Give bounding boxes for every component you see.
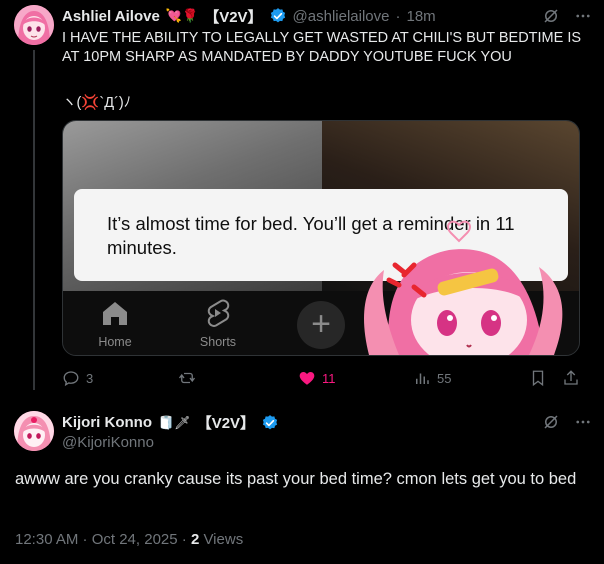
reply-action[interactable]: 3 xyxy=(62,369,93,387)
tweet-kaomoji: ヽ(💢`Д´)ﾉ xyxy=(62,95,131,111)
author-handle[interactable]: @KijoriKonno xyxy=(62,434,154,451)
reply-icon xyxy=(63,371,79,387)
share-action[interactable] xyxy=(562,369,580,387)
nav-shorts-label: Shorts xyxy=(199,335,237,349)
shorts-icon xyxy=(207,299,230,327)
like-count: 11 xyxy=(322,370,336,386)
bookmark-icon xyxy=(532,370,544,387)
tweet-original[interactable]: Ashliel Ailove 💘🌹 【V2V】 @ashlielailove ·… xyxy=(0,0,604,398)
tweet-meta: 12:30 AM · Oct 24, 2025 · 2 Views xyxy=(15,531,243,548)
tweet-text: I HAVE THE ABILITY TO LEGALLY GET WASTED… xyxy=(62,30,582,65)
author-handle[interactable]: @ashlielailove xyxy=(293,8,390,25)
avatar-anime-girl-icon xyxy=(14,5,54,45)
thread-connector-line xyxy=(33,50,35,390)
grok-icon[interactable] xyxy=(542,7,560,25)
author-tag: 【V2V】 xyxy=(204,8,263,26)
tweet-header: Ashliel Ailove 💘🌹 【V2V】 @ashlielailove ·… xyxy=(62,6,436,26)
author-emojis: 🧻🗡 xyxy=(158,414,191,430)
avatar[interactable] xyxy=(14,5,54,45)
share-icon xyxy=(564,370,578,385)
views-count: 55 xyxy=(437,370,452,386)
tweet-action-bar: 3 11 55 xyxy=(62,369,582,389)
separator-dot: · xyxy=(395,7,401,25)
tweet-reply-focused[interactable]: Kijori Konno 🧻🗡 【V2V】 @KijoriKonno awww … xyxy=(0,398,604,564)
author-name[interactable]: Kijori Konno xyxy=(62,414,152,431)
tweet-top-actions xyxy=(542,7,592,25)
nav-shorts: Shorts xyxy=(178,299,258,349)
heart-filled-icon xyxy=(299,372,315,385)
verified-badge-icon[interactable] xyxy=(269,7,287,25)
tweet-top-actions xyxy=(542,413,592,431)
repost-action[interactable] xyxy=(178,369,202,387)
timestamp[interactable]: 12:30 AM · Oct 24, 2025 · xyxy=(15,531,187,548)
angry-anime-girl-sticker xyxy=(364,220,563,355)
avatar[interactable] xyxy=(14,411,54,451)
home-icon xyxy=(103,302,127,325)
bookmark-action[interactable] xyxy=(529,369,547,387)
views-count: 2 xyxy=(190,531,200,548)
author-emojis: 💘🌹 xyxy=(165,8,199,23)
repost-icon xyxy=(178,372,196,384)
like-action[interactable]: 11 xyxy=(298,369,336,387)
nav-home-label: Home xyxy=(98,335,132,349)
nav-home: Home xyxy=(75,299,155,349)
reply-count: 3 xyxy=(86,370,94,386)
timestamp[interactable]: 18m xyxy=(407,8,436,25)
more-options-icon[interactable] xyxy=(574,7,592,25)
views-chart-icon xyxy=(416,373,429,384)
tweet-header: Kijori Konno 🧻🗡 【V2V】 xyxy=(62,412,279,433)
avatar-anime-girl-icon xyxy=(14,411,54,451)
more-options-icon[interactable] xyxy=(574,413,592,431)
verified-badge-icon[interactable] xyxy=(261,414,279,432)
grok-icon[interactable] xyxy=(542,413,560,431)
views-action[interactable]: 55 xyxy=(413,369,451,387)
author-tag: 【V2V】 xyxy=(196,415,256,432)
tweet-text: awww are you cranky cause its past your … xyxy=(15,470,577,488)
tweet-media-image[interactable]: It’s almost time for bed. You’ll get a r… xyxy=(62,120,580,356)
views-label: Views xyxy=(203,531,244,548)
author-name[interactable]: Ashliel Ailove xyxy=(62,8,160,25)
